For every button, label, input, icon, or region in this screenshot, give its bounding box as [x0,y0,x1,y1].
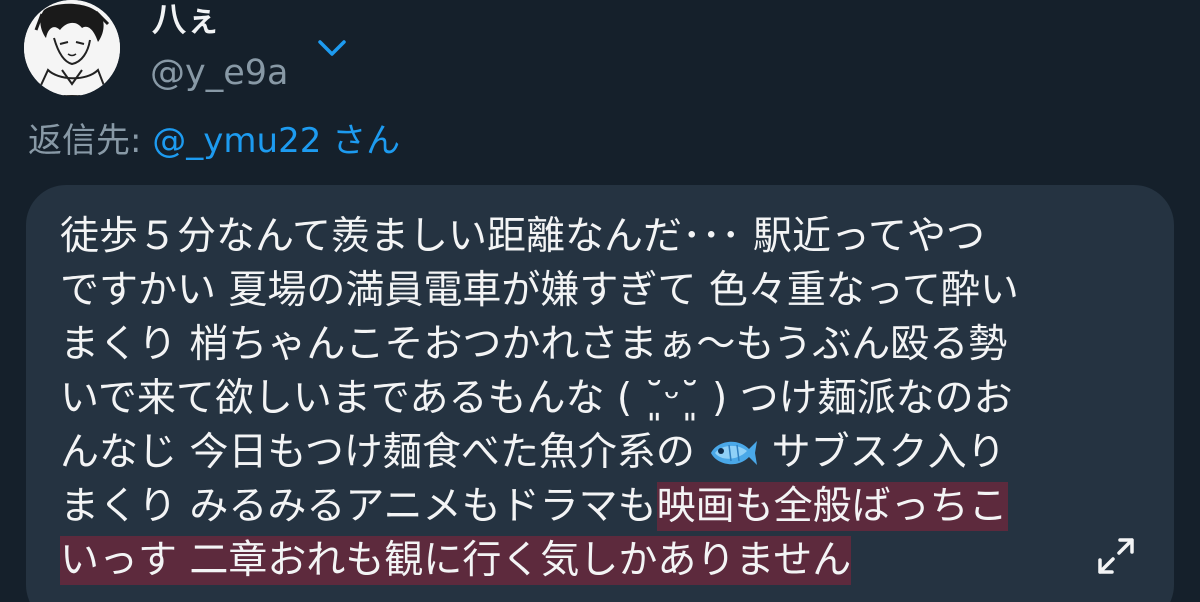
message-line-5-end: サブスク入り [771,430,1006,475]
message-line-6: まくり みるみるアニメもドラマも映画も全般ばっちこ [60,480,1080,534]
message-text: 徒歩５分なんて羨ましい距離なんだ･･･ 駅近ってやつ ですかい 夏場の満員電車が… [60,210,1080,588]
message-line-4: いで来て欲しいまであるもんな ( ˘͈ᵕ˘͈ ) つけ麺派なのお [60,376,1013,421]
message-line-6-start: まくり みるみるアニメもドラマも [60,484,657,529]
message-line-7: いっす 二章おれも観に行く気しかありません [60,534,1080,588]
avatar-illustration [24,0,120,96]
fish-emoji-icon [711,441,758,465]
handle[interactable]: @y_e9a [150,52,288,94]
tweet-screenshot: 八ぇ @y_e9a 返信先: @_ymu22 さん 徒歩５分なんて羨ましい距離な… [0,0,1200,602]
message-line-2: ですかい 夏場の満員電車が嫌すぎて 色々重なって酔い [60,268,1019,313]
reply-mention[interactable]: @_ymu22 [152,121,321,161]
expand-icon[interactable] [1094,534,1138,578]
chevron-down-icon[interactable] [312,28,352,68]
reply-to-line: 返信先: @_ymu22 さん [28,120,400,162]
reply-suffix[interactable]: さん [332,121,400,161]
highlighted-text: いっす 二章おれも観に行く気しかありません [60,536,852,585]
message-line-1: 徒歩５分なんて羨ましい距離なんだ･･･ 駅近ってやつ [60,214,985,259]
highlighted-text: 映画も全般ばっちこ [656,482,1008,531]
display-name[interactable]: 八ぇ [152,0,220,40]
avatar[interactable] [24,0,120,96]
message-line-3: まくり 梢ちゃんこそおつかれさまぁ〜もうぶん殴る勢 [60,322,1008,367]
message-line-5: んなじ 今日もつけ麺食べた魚介系の サブスク入り [60,426,1080,480]
message-line-5-start: んなじ 今日もつけ麺食べた魚介系の [60,430,695,475]
reply-prefix: 返信先: [28,121,142,161]
